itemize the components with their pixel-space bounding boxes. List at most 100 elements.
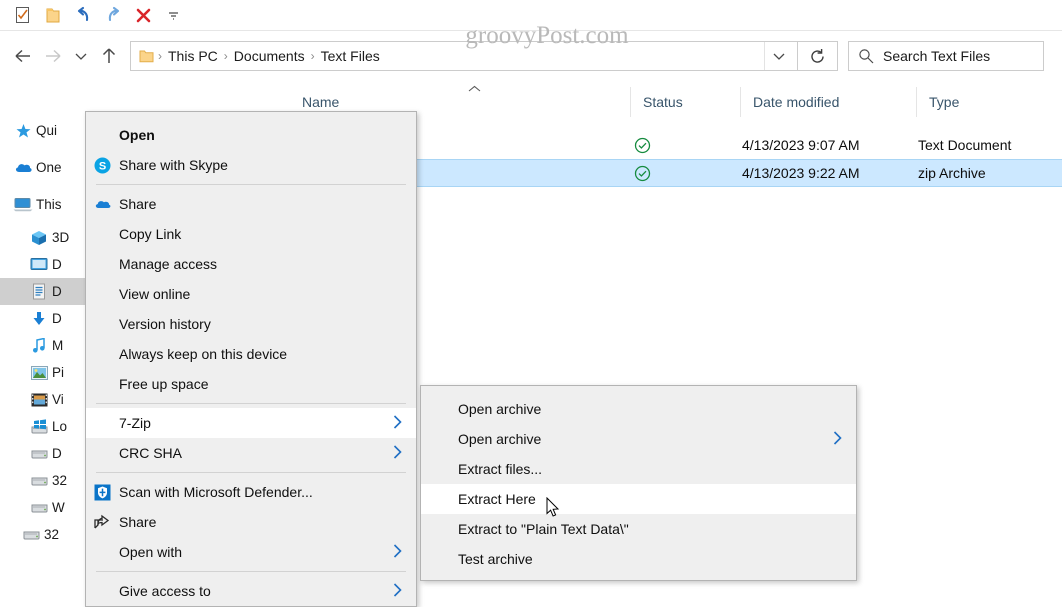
context-menu-item-version-history[interactable]: Version history (86, 309, 416, 339)
drive-icon (26, 502, 52, 514)
chevron-right-icon (833, 430, 842, 448)
submenu-item-extract-to-folder[interactable]: Extract to "Plain Text Data\" (421, 514, 856, 544)
column-header-status[interactable]: Status (630, 87, 740, 117)
sidebar-item-label: Vi (52, 392, 64, 407)
windows-drive-icon (26, 418, 52, 435)
context-menu-item-share-windows[interactable]: Share (86, 507, 416, 537)
chevron-right-icon (393, 543, 402, 561)
cube-icon (26, 230, 52, 246)
breadcrumb-item-documents[interactable]: Documents (229, 48, 310, 64)
videos-icon (26, 393, 52, 407)
menu-item-label: Open archive (458, 401, 542, 417)
status-synced-icon (634, 137, 651, 154)
context-menu-item-free-up-space[interactable]: Free up space (86, 369, 416, 399)
breadcrumb-item-text-files[interactable]: Text Files (316, 48, 385, 64)
menu-item-label: Copy Link (119, 226, 182, 242)
context-menu-item-open-with[interactable]: Open with (86, 537, 416, 567)
sidebar-item-label: One (36, 160, 62, 175)
menu-item-label: View online (119, 286, 191, 302)
menu-item-label: Share with Skype (119, 157, 228, 173)
menu-separator (96, 403, 406, 404)
submenu-7-zip: Open archive Open archive Extract files.… (420, 385, 857, 581)
status-synced-icon (634, 165, 651, 182)
desktop-icon (26, 257, 52, 272)
defender-shield-icon (86, 484, 119, 501)
column-label: Date modified (753, 94, 840, 110)
column-label: Type (929, 94, 960, 110)
menu-item-label: Extract Here (458, 491, 536, 507)
column-header-type[interactable]: Type (916, 87, 1062, 117)
menu-item-label: Always keep on this device (119, 346, 288, 362)
context-menu-item-7-zip[interactable]: 7-Zip (86, 408, 416, 438)
chevron-down-icon[interactable] (764, 42, 793, 70)
menu-item-label: Open archive (458, 431, 542, 447)
sidebar-item-label: 32 (52, 473, 68, 488)
customize-toolbar-icon[interactable] (158, 3, 188, 27)
sidebar-item-label: Lo (52, 419, 68, 434)
submenu-item-extract-files[interactable]: Extract files... (421, 454, 856, 484)
refresh-button[interactable] (798, 41, 838, 71)
context-menu-item-manage-access[interactable]: Manage access (86, 249, 416, 279)
file-type: zip Archive (918, 165, 986, 181)
menu-item-label: Manage access (119, 256, 218, 272)
address-bar[interactable]: › This PC › Documents › Text Files (130, 41, 798, 71)
redo-icon[interactable] (98, 3, 128, 27)
breadcrumb-item-this-pc[interactable]: This PC (163, 48, 223, 64)
submenu-item-extract-here[interactable]: Extract Here (421, 484, 856, 514)
column-label: Status (643, 94, 683, 110)
back-button[interactable] (8, 41, 38, 71)
cloud-icon (10, 161, 36, 174)
context-menu-item-always-keep-on-this-device[interactable]: Always keep on this device (86, 339, 416, 369)
svg-text:S: S (99, 160, 106, 172)
undo-icon[interactable] (68, 3, 98, 27)
search-placeholder: Search Text Files (883, 48, 991, 64)
sort-ascending-icon (468, 84, 481, 96)
context-menu-item-view-online[interactable]: View online (86, 279, 416, 309)
drive-icon (26, 475, 52, 487)
menu-item-label: Give access to (119, 583, 211, 599)
recent-locations-button[interactable] (68, 41, 94, 71)
star-icon (10, 123, 36, 139)
column-header-date-modified[interactable]: Date modified (740, 87, 916, 117)
sidebar-item-label: This (36, 197, 62, 212)
menu-separator (96, 472, 406, 473)
submenu-item-test-archive[interactable]: Test archive (421, 544, 856, 574)
submenu-item-open-archive[interactable]: Open archive (421, 394, 856, 424)
skype-icon: S (86, 157, 119, 174)
context-menu-item-crc-sha[interactable]: CRC SHA (86, 438, 416, 468)
new-folder-icon[interactable] (38, 3, 68, 27)
search-icon (849, 48, 883, 64)
menu-separator (96, 184, 406, 185)
navigation-bar: › This PC › Documents › Text Files Searc… (0, 32, 1062, 80)
sidebar-item-label: Qui (36, 123, 58, 138)
chevron-right-icon (393, 414, 402, 432)
sidebar-item-label: 32 (44, 527, 60, 542)
file-date-modified: 4/13/2023 9:22 AM (742, 165, 860, 181)
menu-item-label: Share (119, 514, 157, 530)
music-icon (26, 337, 52, 354)
submenu-item-open-archive-with[interactable]: Open archive (421, 424, 856, 454)
context-menu: Open S Share with Skype Share Copy Link … (85, 111, 417, 607)
chevron-right-icon (393, 582, 402, 600)
sidebar-item-label: D (52, 284, 62, 299)
onedrive-cloud-icon (86, 198, 119, 210)
column-label: Name (302, 94, 340, 110)
submenu-item-add-to-archive[interactable]: Add to archive... (421, 574, 856, 580)
context-menu-item-open[interactable]: Open (86, 120, 416, 150)
sidebar-item-label: 3D (52, 230, 70, 245)
sidebar-item-label: D (52, 446, 62, 461)
up-button[interactable] (94, 41, 124, 71)
context-menu-item-copy-link[interactable]: Copy Link (86, 219, 416, 249)
forward-button[interactable] (38, 41, 68, 71)
search-input[interactable]: Search Text Files (848, 41, 1044, 71)
menu-item-label: CRC SHA (119, 445, 183, 461)
context-menu-item-scan-with-microsoft-defender[interactable]: Scan with Microsoft Defender... (86, 477, 416, 507)
pictures-icon (26, 365, 52, 380)
file-date-modified: 4/13/2023 9:07 AM (742, 137, 860, 153)
properties-icon[interactable] (8, 3, 38, 27)
share-arrow-icon (86, 514, 119, 530)
context-menu-item-share[interactable]: Share (86, 189, 416, 219)
delete-icon[interactable] (128, 3, 158, 27)
drive-icon (18, 529, 44, 541)
context-menu-item-share-with-skype[interactable]: S Share with Skype (86, 150, 416, 180)
